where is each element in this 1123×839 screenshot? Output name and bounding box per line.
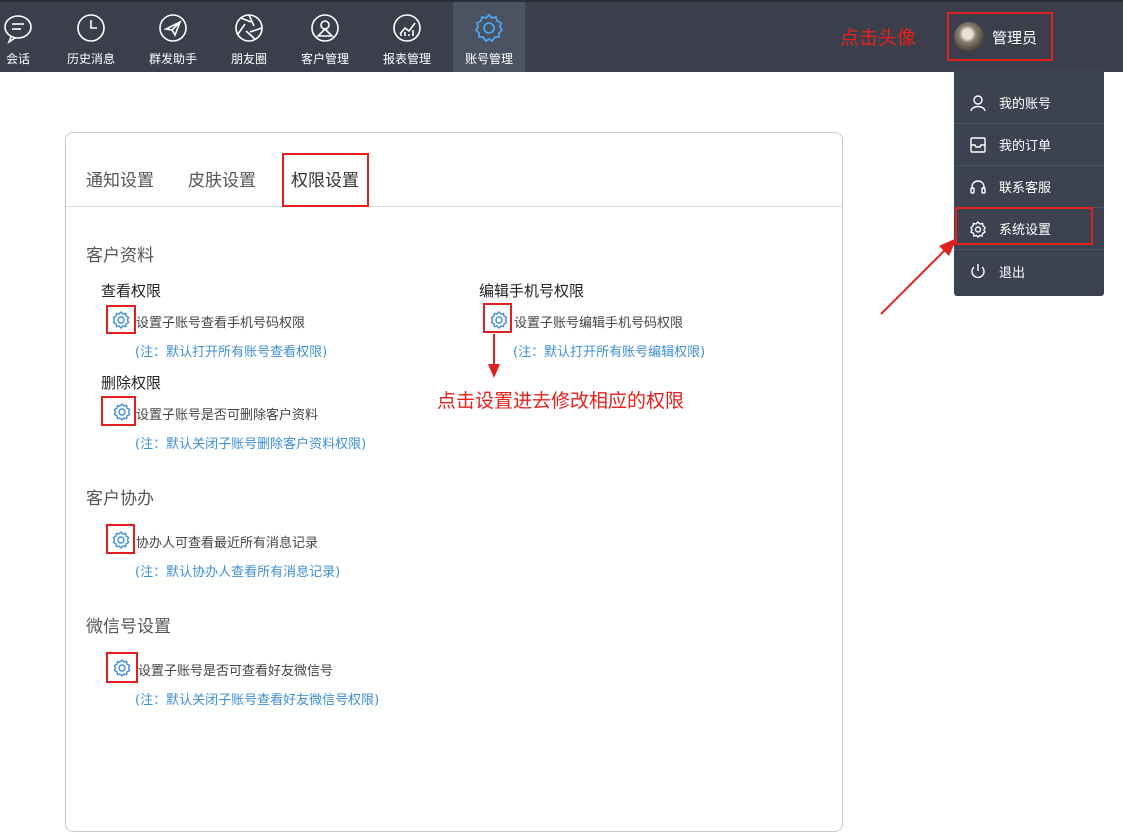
contact-icon xyxy=(311,14,339,42)
tab-skin-settings[interactable]: 皮肤设置 xyxy=(188,166,256,191)
nav-label-moments: 朋友圈 xyxy=(230,52,267,66)
tab-notification-settings[interactable]: 通知设置 xyxy=(86,166,154,191)
arrow-to-settings xyxy=(880,238,957,315)
clock-icon xyxy=(77,14,105,42)
inbox-icon xyxy=(970,136,986,153)
user-icon xyxy=(970,94,986,111)
report-chart-icon xyxy=(393,14,421,42)
nav-label-customers: 客户管理 xyxy=(300,52,349,66)
wechat-gear-highlight-box xyxy=(106,652,138,683)
aperture-icon xyxy=(235,14,263,42)
nav-item-broadcast[interactable]: 群发助手 xyxy=(137,2,209,72)
user-highlight-box xyxy=(947,12,1053,61)
arrow-down-to-hint xyxy=(488,334,500,378)
nav-item-reports[interactable]: 报表管理 xyxy=(371,2,443,72)
edit-phone-permission-title: 编辑手机号权限 xyxy=(479,282,585,300)
nav-label-chat: 会话 xyxy=(5,52,30,66)
menu-item-my-orders[interactable]: 我的订单 xyxy=(954,124,1104,166)
tabs-divider xyxy=(66,206,842,207)
collaboration-desc: 协办人可查看最近所有消息记录 xyxy=(136,536,319,551)
nav-item-history[interactable]: 历史消息 xyxy=(55,2,127,72)
settings-hint-annotation: 点击设置进去修改相应的权限 xyxy=(437,390,685,412)
edit-phone-permission-desc: 设置子账号编辑手机号码权限 xyxy=(514,316,684,331)
wechat-desc: 设置子账号是否可查看好友微信号 xyxy=(138,664,334,679)
wechat-note: (注：默认关闭子账号查看好友微信号权限) xyxy=(135,693,380,708)
edit-phone-permission-note: (注：默认打开所有账号编辑权限) xyxy=(513,345,706,360)
settings-card xyxy=(65,132,843,832)
delete-permission-desc: 设置子账号是否可删除客户资料 xyxy=(136,408,319,423)
nav-label-broadcast: 群发助手 xyxy=(148,52,197,66)
collaboration-gear-highlight-box xyxy=(106,524,135,554)
menu-label-contact-support: 联系客服 xyxy=(999,181,1052,196)
nav-label-history: 历史消息 xyxy=(66,52,115,66)
section-title-customer-data: 客户资料 xyxy=(86,246,154,266)
avatar-hint-annotation: 点击头像 xyxy=(840,27,917,49)
menu-item-contact-support[interactable]: 联系客服 xyxy=(954,166,1104,208)
view-gear-highlight-box xyxy=(106,305,136,334)
nav-label-account: 账号管理 xyxy=(464,52,513,66)
view-permission-title: 查看权限 xyxy=(101,282,162,300)
menu-item-logout[interactable]: 退出 xyxy=(954,250,1104,292)
user-dropdown-menu: 我的账号 我的订单 联系客服 系统设置 退出 xyxy=(954,68,1104,296)
menu-label-logout: 退出 xyxy=(999,265,1026,281)
section-title-collaboration: 客户协办 xyxy=(86,489,154,509)
permission-tab-highlight-box xyxy=(282,153,369,207)
nav-item-chat[interactable]: 会话 xyxy=(0,2,54,72)
nav-label-reports: 报表管理 xyxy=(382,52,431,66)
paper-plane-icon xyxy=(159,14,187,42)
view-permission-desc: 设置子账号查看手机号码权限 xyxy=(136,316,306,331)
collaboration-note: (注：默认协办人查看所有消息记录) xyxy=(135,565,341,580)
menu-label-my-account: 我的账号 xyxy=(999,97,1052,112)
headset-icon xyxy=(970,179,986,194)
menu-item-my-account[interactable]: 我的账号 xyxy=(954,82,1104,124)
view-permission-note: (注：默认打开所有账号查看权限) xyxy=(135,345,328,360)
edit-phone-gear-highlight-box xyxy=(483,303,512,333)
section-title-wechat: 微信号设置 xyxy=(86,617,171,637)
chat-icon xyxy=(4,15,32,44)
nav-item-customers[interactable]: 客户管理 xyxy=(289,2,361,72)
delete-permission-note: (注：默认关闭子账号删除客户资料权限) xyxy=(135,437,367,452)
system-settings-highlight-box xyxy=(955,207,1093,245)
power-icon xyxy=(971,264,985,279)
nav-item-moments[interactable]: 朋友圈 xyxy=(213,2,285,72)
delete-gear-highlight-box xyxy=(101,396,136,426)
top-navigation-bar: 会话 历史消息 群发助手 朋友圈 客户管理 报表管理 账号管理 点击头像 管理员 xyxy=(0,0,1123,72)
menu-label-my-orders: 我的订单 xyxy=(999,139,1052,154)
gear-icon xyxy=(474,13,504,43)
nav-item-account[interactable]: 账号管理 xyxy=(453,2,525,72)
delete-permission-title: 删除权限 xyxy=(101,374,162,392)
